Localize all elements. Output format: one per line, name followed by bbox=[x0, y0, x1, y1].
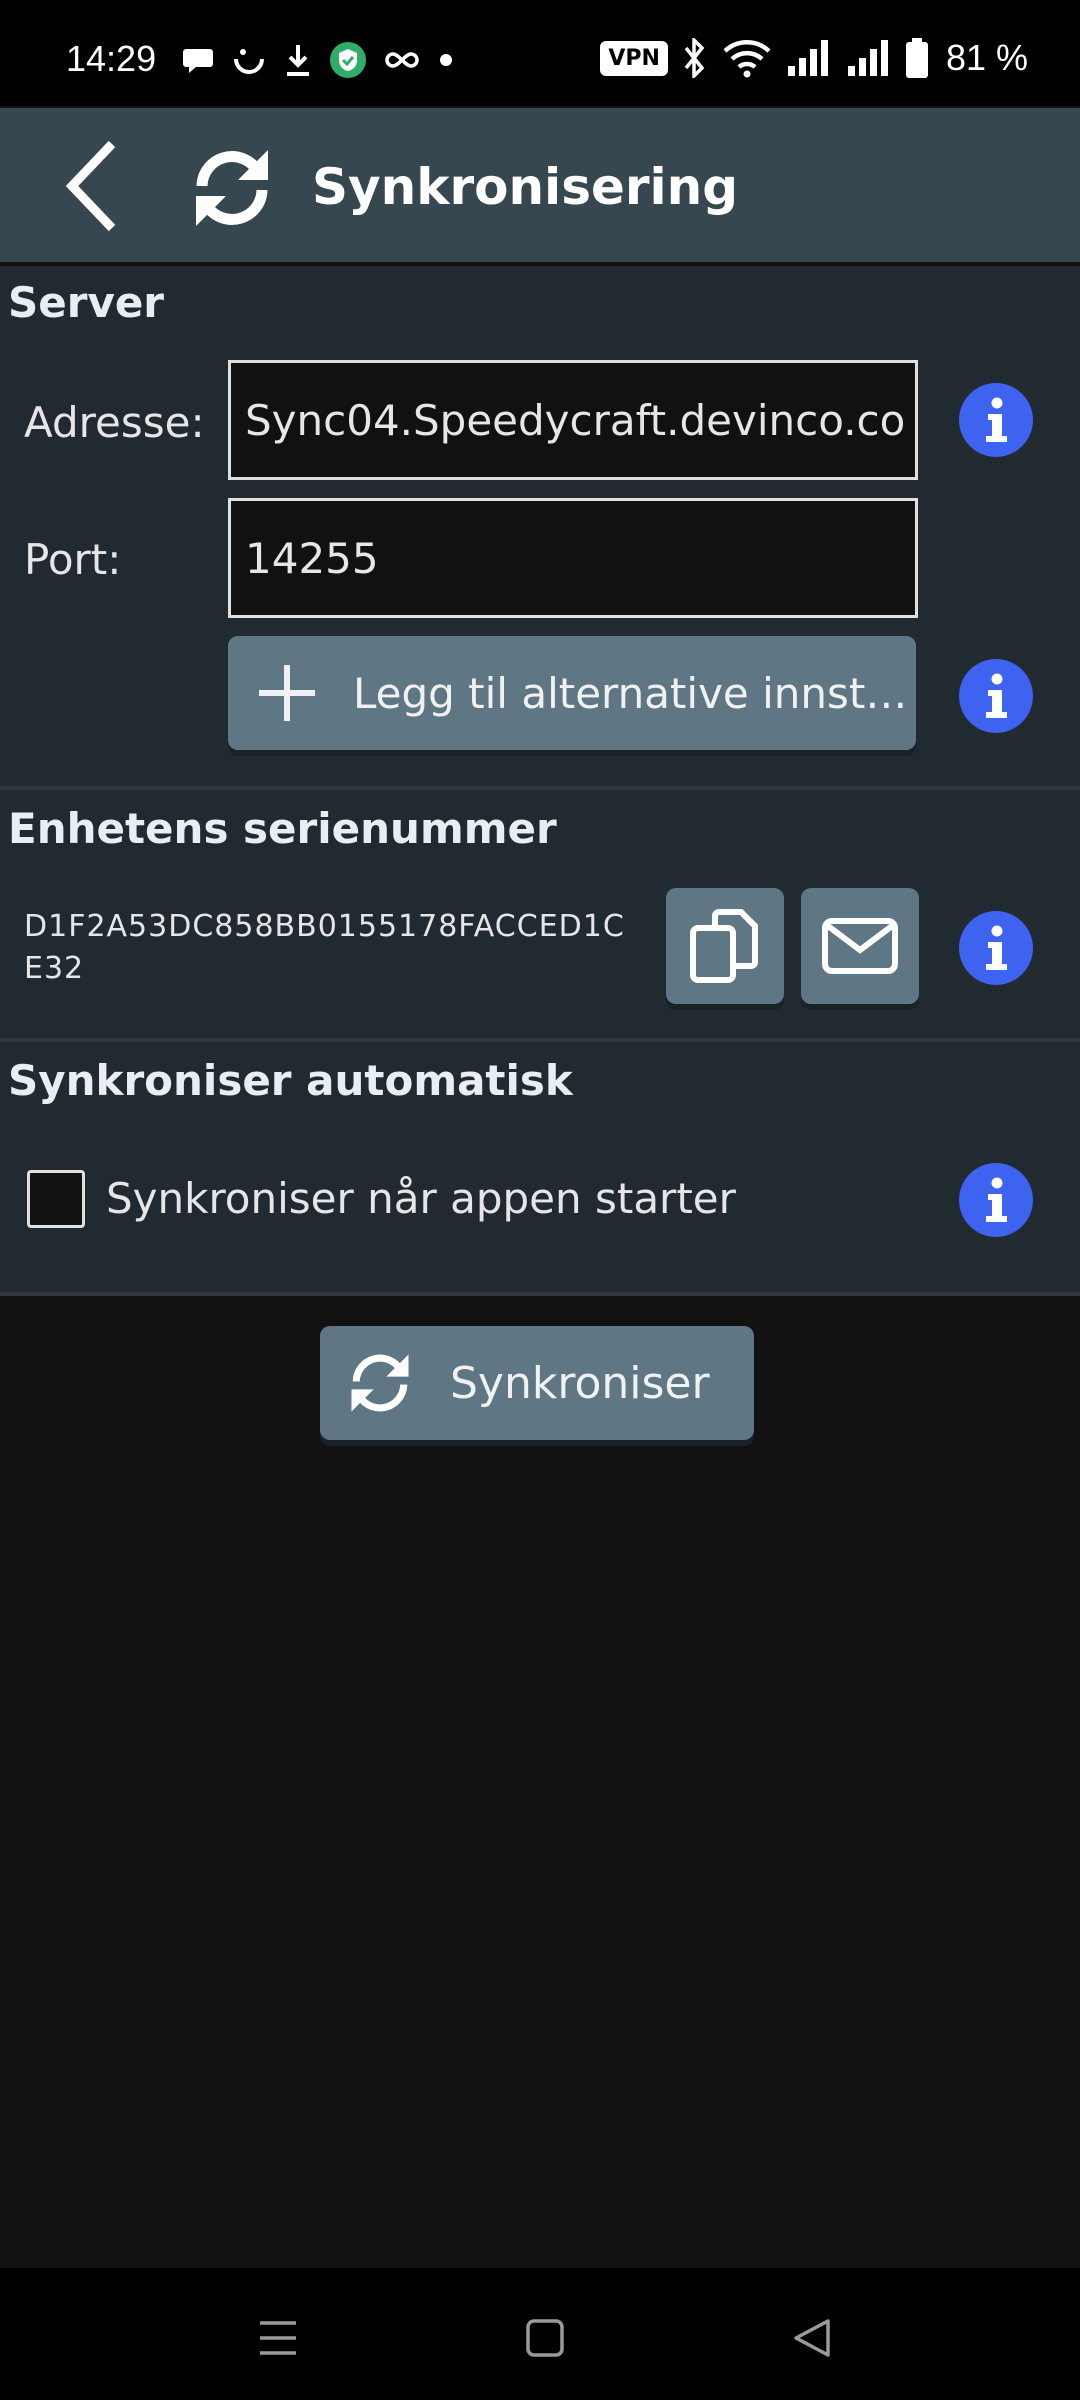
port-label: Port: bbox=[24, 535, 122, 584]
copy-icon bbox=[690, 909, 758, 983]
info-icon bbox=[986, 925, 1007, 970]
email-serial-button[interactable] bbox=[801, 888, 919, 1004]
info-icon bbox=[986, 673, 1007, 718]
notification-icons bbox=[182, 40, 454, 80]
back-triangle-icon bbox=[794, 2319, 830, 2357]
home-button[interactable] bbox=[515, 2308, 575, 2368]
download-icon bbox=[287, 45, 309, 76]
serial-section-title: Enhetens serienummer bbox=[8, 804, 557, 853]
copy-serial-button[interactable] bbox=[666, 888, 784, 1004]
address-info-button[interactable] bbox=[959, 383, 1033, 457]
app-bar: Synkronisering bbox=[0, 108, 1080, 262]
section-divider bbox=[0, 1292, 1080, 1296]
info-icon bbox=[986, 397, 1007, 442]
chat-bubble-icon bbox=[183, 49, 213, 73]
sync-on-start-label[interactable]: Synkroniser når appen starter bbox=[106, 1174, 736, 1223]
sync-button[interactable]: Synkroniser bbox=[320, 1326, 754, 1440]
status-bar: 14:29 VPN 81 % bbox=[0, 0, 1080, 106]
plus-icon bbox=[259, 665, 315, 721]
vpn-icon: VPN bbox=[600, 40, 668, 76]
battery-icon bbox=[905, 38, 928, 78]
dot-icon bbox=[440, 54, 452, 66]
menu-icon bbox=[260, 2321, 296, 2355]
server-section-title: Server bbox=[8, 278, 165, 327]
recents-button[interactable] bbox=[248, 2308, 308, 2368]
address-value: Sync04.Speedycraft.devinco.co bbox=[245, 395, 906, 445]
envelope-icon bbox=[822, 918, 898, 974]
status-time: 14:29 bbox=[66, 38, 157, 79]
serial-number: D1F2A53DC858BB0155178FACCED1CE32 bbox=[24, 909, 625, 986]
home-icon bbox=[526, 2319, 564, 2357]
system-icons: VPN 81 % bbox=[600, 36, 1028, 80]
back-button[interactable] bbox=[42, 136, 142, 236]
address-field[interactable]: Sync04.Speedycraft.devinco.co bbox=[228, 360, 918, 480]
add-alternative-settings-label: Legg til alternative innsti… bbox=[353, 668, 913, 718]
shield-icon bbox=[330, 42, 366, 78]
sync-on-start-checkbox[interactable] bbox=[27, 1170, 85, 1228]
info-icon bbox=[986, 1177, 1007, 1222]
sync-icon bbox=[351, 1354, 409, 1412]
smile-icon bbox=[234, 49, 264, 74]
add-alternative-settings-button[interactable]: Legg til alternative innsti… bbox=[228, 636, 916, 750]
bluetooth-icon bbox=[684, 38, 705, 78]
port-field[interactable]: 14255 bbox=[228, 498, 918, 618]
serial-info-button[interactable] bbox=[959, 911, 1033, 985]
port-value: 14255 bbox=[245, 533, 379, 583]
sync-button-label: Synkroniser bbox=[450, 1357, 710, 1409]
back-nav-button[interactable] bbox=[782, 2308, 842, 2368]
auto-sync-section-title: Synkroniser automatisk bbox=[8, 1056, 573, 1105]
chevron-left-icon bbox=[65, 140, 116, 232]
battery-percent: 81 % bbox=[945, 37, 1028, 78]
alternative-info-button[interactable] bbox=[959, 659, 1033, 733]
infinity-icon bbox=[385, 52, 419, 68]
navigation-bar bbox=[0, 2268, 1080, 2400]
auto-sync-info-button[interactable] bbox=[959, 1163, 1033, 1237]
sync-icon bbox=[196, 150, 268, 226]
signal-icon bbox=[787, 40, 828, 76]
auto-sync-section: Synkroniser automatisk bbox=[0, 1042, 1080, 1292]
address-label: Adresse: bbox=[24, 398, 205, 447]
page-title: Synkronisering bbox=[312, 158, 739, 216]
wifi-icon bbox=[723, 40, 771, 78]
signal-icon bbox=[847, 40, 888, 76]
